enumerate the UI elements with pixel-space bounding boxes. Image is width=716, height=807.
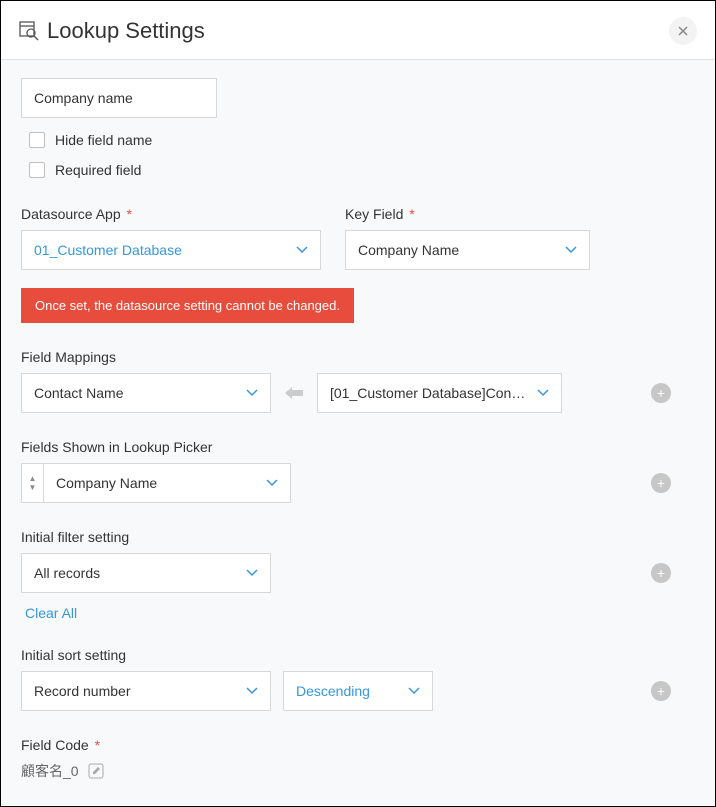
required-field-checkbox[interactable] xyxy=(29,162,45,178)
initial-sort-label: Initial sort setting xyxy=(21,647,695,663)
chevron-down-icon xyxy=(266,479,278,487)
field-name-input[interactable] xyxy=(21,78,217,118)
dialog-header: Lookup Settings xyxy=(1,1,715,60)
pencil-icon xyxy=(88,763,104,779)
plus-icon: + xyxy=(657,386,665,400)
initial-filter-select[interactable]: All records xyxy=(21,553,271,593)
mapping-target-select[interactable]: Contact Name xyxy=(21,373,271,413)
lookup-picker-field-select[interactable]: Company Name xyxy=(43,463,291,503)
dialog-title: Lookup Settings xyxy=(47,18,669,44)
lookup-icon xyxy=(19,21,39,41)
chevron-down-icon xyxy=(246,687,258,695)
add-filter-button[interactable]: + xyxy=(651,563,671,583)
dialog-body: Hide field name Required field Datasourc… xyxy=(1,60,715,805)
initial-filter-label: Initial filter setting xyxy=(21,529,695,545)
required-star: * xyxy=(405,206,414,222)
field-code-label: Field Code * xyxy=(21,737,695,753)
mapping-source-select[interactable]: [01_Customer Database]Contact xyxy=(317,373,562,413)
required-field-label: Required field xyxy=(55,162,141,178)
required-star: * xyxy=(123,206,132,222)
required-star: * xyxy=(91,737,100,753)
close-button[interactable] xyxy=(669,17,697,45)
chevron-down-icon xyxy=(537,389,549,397)
sort-direction-select[interactable]: Descending xyxy=(283,671,433,711)
key-field-label: Key Field * xyxy=(345,206,590,222)
drag-handle[interactable]: ▲ ▼ xyxy=(21,463,43,503)
chevron-down-icon xyxy=(246,569,258,577)
plus-icon: + xyxy=(657,684,665,698)
edit-field-code-button[interactable] xyxy=(87,762,105,780)
add-sort-button[interactable]: + xyxy=(651,681,671,701)
hide-field-name-checkbox[interactable] xyxy=(29,132,45,148)
hide-field-name-label: Hide field name xyxy=(55,132,152,148)
field-mappings-label: Field Mappings xyxy=(21,349,695,365)
chevron-down-icon xyxy=(246,389,258,397)
caret-down-icon: ▼ xyxy=(29,484,37,492)
datasource-app-label: Datasource App * xyxy=(21,206,321,222)
key-field-select[interactable]: Company Name xyxy=(345,230,590,270)
arrow-left-icon xyxy=(279,385,309,401)
datasource-warning: Once set, the datasource setting cannot … xyxy=(21,288,354,323)
datasource-app-select[interactable]: 01_Customer Database xyxy=(21,230,321,270)
clear-all-link[interactable]: Clear All xyxy=(25,605,77,621)
add-mapping-button[interactable]: + xyxy=(651,383,671,403)
close-icon xyxy=(678,26,688,36)
add-picker-field-button[interactable]: + xyxy=(651,473,671,493)
plus-icon: + xyxy=(657,476,665,490)
lookup-picker-label: Fields Shown in Lookup Picker xyxy=(21,439,695,455)
chevron-down-icon xyxy=(296,246,308,254)
sort-field-select[interactable]: Record number xyxy=(21,671,271,711)
field-code-value: 顧客名_0 xyxy=(21,761,79,781)
chevron-down-icon xyxy=(408,687,420,695)
plus-icon: + xyxy=(657,566,665,580)
caret-up-icon: ▲ xyxy=(29,475,37,483)
chevron-down-icon xyxy=(565,246,577,254)
